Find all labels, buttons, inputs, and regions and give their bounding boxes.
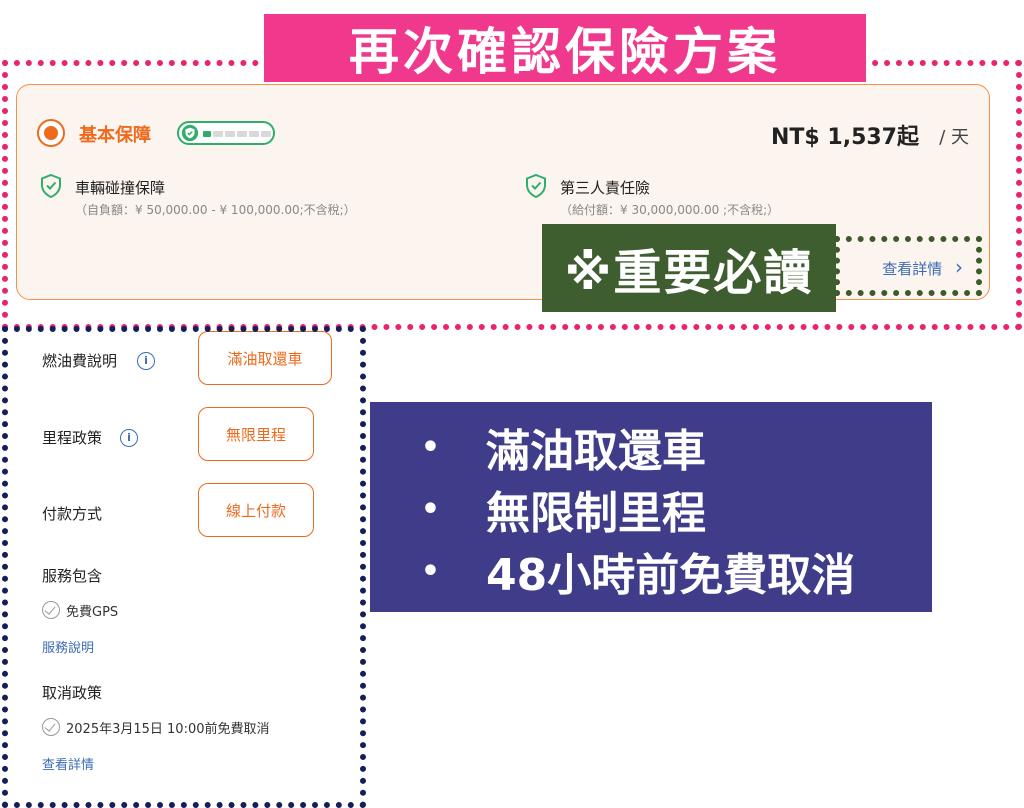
- bullet: •: [420, 429, 440, 465]
- info-icon[interactable]: i: [120, 429, 138, 447]
- payment-method-label: 付款方式: [42, 505, 103, 523]
- plan-radio-selected[interactable]: [37, 119, 65, 147]
- plan-card[interactable]: 基本保障 NT$ 1,537起 / 天 車輛碰撞保障 （自負額：¥ 50,000…: [16, 84, 990, 300]
- bullet: •: [420, 553, 440, 589]
- shield-check-icon: [526, 173, 546, 199]
- chevron-right-icon: ›: [955, 255, 963, 279]
- services-label: 服務包含: [42, 567, 103, 585]
- level-segment: [225, 131, 235, 137]
- summary-box: • 滿油取還車 • 無限制里程 • 48小時前免費取消: [370, 402, 932, 612]
- price-unit: / 天: [939, 127, 969, 148]
- plan-price: NT$ 1,537起: [771, 125, 919, 150]
- fuel-policy-label: 燃油費說明: [42, 352, 118, 370]
- summary-item: • 48小時前免費取消: [370, 540, 932, 602]
- summary-item: • 無限制里程: [370, 478, 932, 540]
- level-segment: [261, 131, 271, 137]
- fuel-policy-button[interactable]: 滿油取還車: [198, 331, 332, 385]
- coverage-desc: （給付額：¥ 30,000,000.00 ;不含稅;）: [560, 203, 780, 217]
- mileage-policy-label: 里程政策: [42, 429, 103, 447]
- payment-method-button[interactable]: 線上付款: [198, 483, 314, 537]
- mileage-policy-button[interactable]: 無限里程: [198, 407, 314, 461]
- view-details-label: 查看詳情: [882, 260, 943, 278]
- shield-check-icon: [181, 124, 199, 142]
- summary-item: • 滿油取還車: [370, 416, 932, 478]
- level-segment: [237, 131, 247, 137]
- cancel-policy-label: 取消政策: [42, 684, 103, 702]
- bullet: •: [420, 491, 440, 527]
- coverage-title: 第三人責任險: [560, 179, 651, 197]
- service-item: 免費GPS: [66, 605, 119, 620]
- check-circle-icon: [42, 718, 60, 736]
- level-segment: [213, 131, 223, 137]
- level-segment: [249, 131, 259, 137]
- shield-check-icon: [41, 173, 61, 199]
- summary-text: 無限制里程: [486, 488, 706, 539]
- important-notice-badge: ※重要必讀: [542, 224, 836, 312]
- cancel-policy-item: 2025年3月15日 10:00前免費取消: [66, 722, 270, 737]
- summary-text: 48小時前免費取消: [486, 550, 856, 601]
- view-details-link[interactable]: 查看詳情 ›: [882, 255, 963, 279]
- coverage-level-meter: [177, 121, 275, 145]
- coverage-title: 車輛碰撞保障: [75, 179, 166, 197]
- info-icon[interactable]: i: [137, 352, 155, 370]
- page-title-banner: 再次確認保險方案: [264, 14, 866, 82]
- plan-name: 基本保障: [79, 125, 151, 146]
- check-circle-icon: [42, 601, 60, 619]
- coverage-desc: （自負額：¥ 50,000.00 - ¥ 100,000.00;不含稅;）: [75, 203, 356, 217]
- level-segment: [203, 131, 211, 137]
- service-info-link[interactable]: 服務說明: [42, 637, 94, 656]
- summary-text: 滿油取還車: [486, 426, 706, 477]
- cancel-details-link[interactable]: 查看詳情: [42, 754, 94, 773]
